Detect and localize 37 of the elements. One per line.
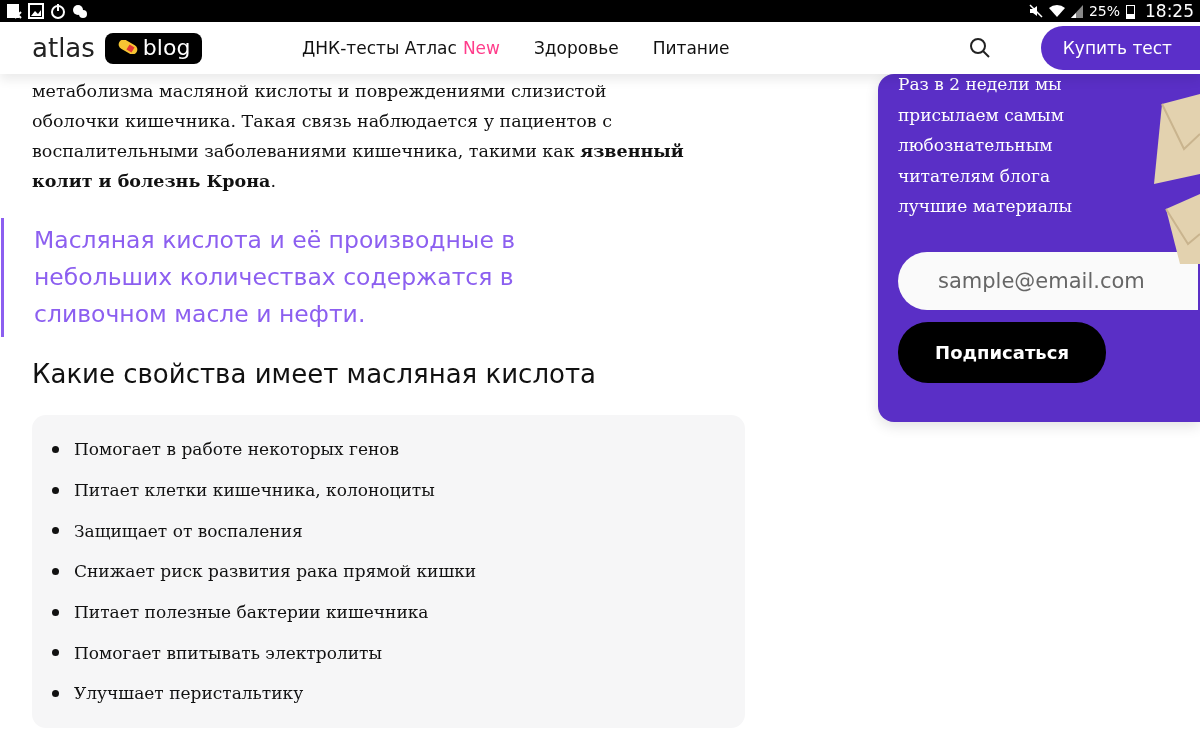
bullet-icon [52, 608, 59, 616]
list-item: Помогает в работе некоторых генов [74, 439, 400, 460]
email-field[interactable]: sample@email.com [898, 251, 1198, 310]
list-item: Улучшает перистальтику [74, 683, 304, 704]
subscribe-text: Раз в 2 недели мы присылаем самым любознательным читателям блога лучшие материалы [898, 74, 1074, 218]
nav-link[interactable]: Здоровье [533, 38, 619, 58]
battery-icon [1126, 3, 1135, 19]
pull-quote: Масляная кислота и её производные в небольших количествах содержатся в сливочном масле и нефти. [1, 218, 564, 337]
blog-badge[interactable]: blog [104, 32, 203, 64]
bullet-icon [52, 567, 59, 575]
bullet-icon [52, 649, 59, 657]
bullet-icon [52, 689, 59, 697]
bullet-icon [52, 527, 59, 535]
signal-icon [1070, 4, 1083, 18]
subscribe-button[interactable]: Подписаться [898, 321, 1106, 383]
list-item: Помогает впитывать электролиты [74, 642, 382, 663]
nav-link[interactable]: ДНК-тесты Атлас New [302, 38, 500, 58]
search-icon[interactable] [968, 37, 991, 59]
mute-icon [1028, 4, 1043, 18]
power-icon [50, 3, 66, 19]
badge-label: blog [142, 34, 191, 60]
pill-icon [116, 40, 139, 54]
logo-text[interactable]: atlas [32, 33, 95, 63]
section-heading: Какие свойства имеет масляная кислота [32, 359, 597, 389]
list-item: Снижает риск развития рака прямой кишки [74, 561, 477, 582]
image-icon [28, 3, 44, 19]
bullet-icon [52, 445, 59, 453]
list-item: Защищает от воспаления [74, 520, 303, 541]
clock: 18:25 [1145, 1, 1194, 21]
battery-level: 25% [1088, 3, 1120, 19]
nav-link[interactable]: Питание [652, 38, 730, 58]
bullet-icon [52, 486, 59, 494]
list-item: Питает полезные бактерии кишечника [74, 602, 429, 623]
wifi-icon [1048, 4, 1065, 18]
buy-test-button[interactable]: Купить тест [1040, 26, 1200, 70]
list-item: Питает клетки кишечника, колоноциты [74, 480, 435, 501]
article-paragraph: метаболизма масляной кислоты и повреждениями слизистой оболочки кишечника. Такая связь наблюдается у пациентов с воспалительными заболеваниями кишечника, такими как язвенный колит и болезнь Крона. [32, 80, 685, 193]
